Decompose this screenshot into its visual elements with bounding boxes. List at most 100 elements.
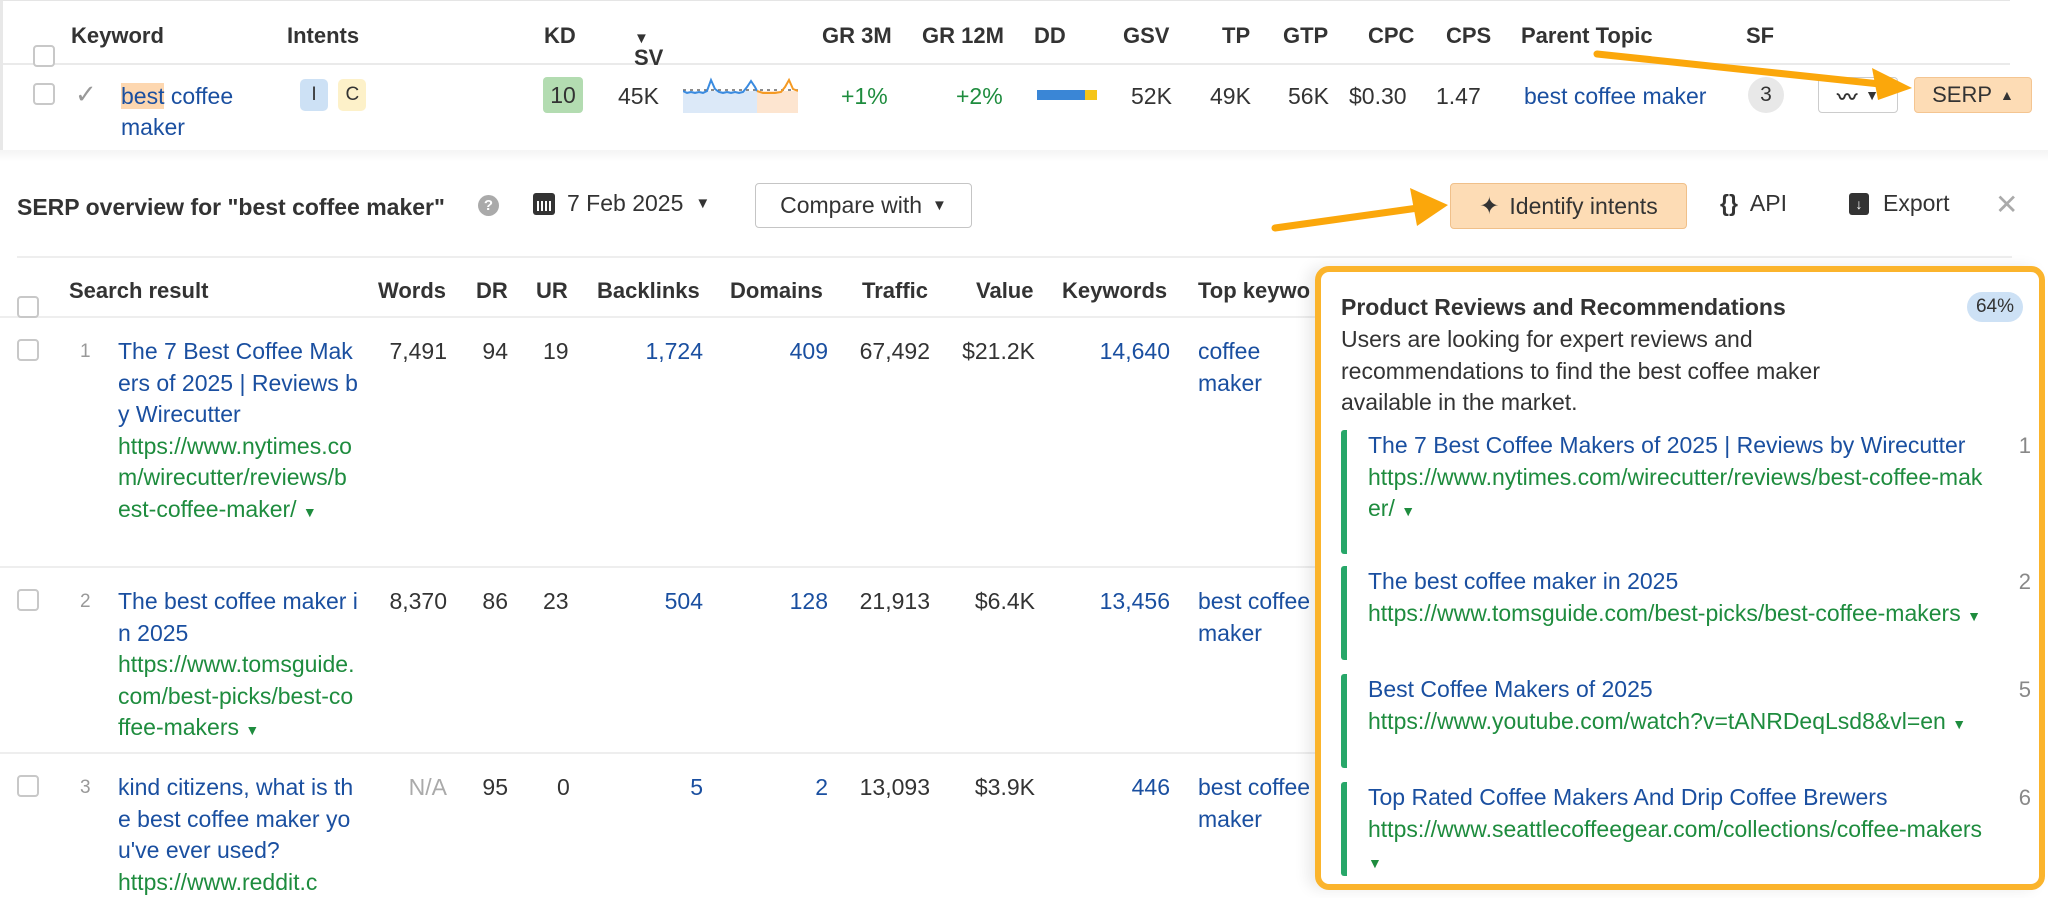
keywords-link[interactable]: 14,640 [1060,336,1170,368]
col-dd[interactable]: DD [1034,23,1066,49]
intent-result-url[interactable]: https://www.nytimes.com/wirecutter/revie… [1368,464,1982,522]
value: $21.2K [962,338,1035,364]
row-checkbox[interactable] [33,83,55,111]
col-sf[interactable]: SF [1746,23,1774,49]
col-gr12m[interactable]: GR 12M [922,23,1004,49]
date-picker[interactable]: 7 Feb 2025 ▼ [533,190,710,217]
keyword-link[interactable]: best coffee maker [121,81,271,143]
tp-value: 49K [1210,83,1251,109]
result-url[interactable]: https://www.reddit.c [118,869,317,895]
intent-result-item: The 7 Best Coffee Makers of 2025 | Revie… [1341,430,2031,554]
gr-3m-value: +1% [841,83,888,109]
keywords-link[interactable]: 446 [1060,772,1170,804]
caret-down-icon[interactable]: ▼ [245,722,259,738]
export-button[interactable]: ↓ Export [1849,190,1949,217]
parent-topic-link[interactable]: best coffee maker [1524,83,1706,110]
sv-value: 45K [618,83,659,109]
col-traffic[interactable]: Traffic [862,278,928,304]
col-parent-topic[interactable]: Parent Topic [1521,23,1653,49]
dd-bar-yellow [1085,90,1097,100]
intent-result-url[interactable]: https://www.tomsguide.com/best-picks/bes… [1368,600,1961,626]
result-url[interactable]: https://www.nytimes.com/wirecutter/revie… [118,433,352,522]
domains-link[interactable]: 128 [740,586,828,618]
words: 7,491 [389,338,447,364]
kd-value: 10 [543,77,583,113]
row-checkbox[interactable] [17,588,39,620]
intent-description: Users are looking for expert reviews and… [1341,326,1821,415]
sf-count[interactable]: 3 [1748,77,1784,113]
backlinks-link[interactable]: 1,724 [600,336,703,368]
top-keyword-link[interactable]: best coffee maker [1198,586,1316,650]
caret-down-icon[interactable]: ▼ [303,504,317,520]
cps-value: 1.47 [1436,83,1481,109]
dr: 94 [482,338,508,364]
col-intents[interactable]: Intents [287,23,359,49]
identify-intents-button[interactable]: ✦ Identify intents [1450,183,1687,229]
caret-down-icon[interactable]: ▼ [1368,855,1382,871]
row-checkbox[interactable] [17,338,39,370]
export-label: Export [1883,190,1950,216]
col-domains[interactable]: Domains [730,278,823,304]
keywords-link[interactable]: 13,456 [1060,586,1170,618]
sv-trend-sparkline[interactable] [683,77,798,113]
col-value[interactable]: Value [976,278,1033,304]
col-cpc[interactable]: CPC [1368,23,1414,49]
domains-link[interactable]: 2 [740,772,828,804]
compare-with-dropdown[interactable]: Compare with ▼ [755,183,972,228]
col-sv[interactable]: SV ▼ [634,23,663,70]
help-icon[interactable]: ? [478,195,499,216]
caret-down-icon[interactable]: ▼ [1967,608,1981,624]
sf-badge: 3 [1748,77,1784,113]
serp-toggle-button[interactable]: SERP ▲ [1914,77,2032,113]
col-kd[interactable]: KD [544,23,576,49]
col-gsv[interactable]: GSV [1123,23,1169,49]
chart-dropdown-button[interactable]: 〰 ▼ [1818,77,1898,113]
col-dr[interactable]: DR [476,278,508,304]
traffic: 21,913 [859,588,930,614]
col-keyword[interactable]: Keyword [71,23,164,49]
result-url[interactable]: https://www.tomsguide.com/best-picks/bes… [118,651,355,740]
col-gr3m[interactable]: GR 3M [822,23,892,49]
intent-result-title[interactable]: The 7 Best Coffee Makers of 2025 | Revie… [1368,430,1988,462]
row-checkbox[interactable] [17,774,39,806]
sparkline-area-past [683,91,757,113]
col-gtp[interactable]: GTP [1283,23,1328,49]
chevron-up-icon: ▲ [2000,87,2014,103]
backlinks-link[interactable]: 504 [600,586,703,618]
backlinks-link[interactable]: 5 [600,772,703,804]
api-button[interactable]: {} API [1720,190,1787,217]
intent-result-title[interactable]: Best Coffee Makers of 2025 [1368,674,1988,706]
result-title-link[interactable]: The 7 Best Coffee Makers of 2025 | Revie… [118,338,358,427]
domains-link[interactable]: 409 [740,336,828,368]
col-tp[interactable]: TP [1222,23,1250,49]
col-search-result[interactable]: Search result [69,278,208,304]
intent-informational-badge: I [300,79,328,111]
caret-down-icon[interactable]: ▼ [1952,716,1966,732]
col-words[interactable]: Words [378,278,446,304]
intent-title: Product Reviews and Recommendations [1341,294,1786,320]
position: 1 [80,341,91,362]
col-cps[interactable]: CPS [1446,23,1491,49]
top-keyword-link[interactable]: coffee maker [1198,336,1313,399]
dd-bar-blue [1037,90,1085,100]
intent-result-item: The best coffee maker in 2025 https://ww… [1341,566,2031,660]
close-icon[interactable]: ✕ [1995,188,2018,221]
intent-result-url[interactable]: https://www.seattlecoffeegear.com/collec… [1368,816,1982,842]
caret-down-icon[interactable]: ▼ [1401,503,1415,519]
col-top-keyword[interactable]: Top keywo [1198,278,1310,304]
dr: 86 [482,588,508,614]
col-ur[interactable]: UR [536,278,568,304]
traffic: 13,093 [859,774,930,800]
result-title-link[interactable]: kind citizens, what is the best coffee m… [118,774,353,863]
search-result-cell: The best coffee maker in 2025 https://ww… [118,586,358,747]
intent-result-title[interactable]: The best coffee maker in 2025 [1368,566,1988,598]
col-keywords[interactable]: Keywords [1062,278,1167,304]
top-keyword-link[interactable]: best coffee maker [1198,772,1316,836]
intent-result-title[interactable]: Top Rated Coffee Makers And Drip Coffee … [1368,782,1988,814]
col-backlinks[interactable]: Backlinks [597,278,700,304]
intent-result-url[interactable]: https://www.youtube.com/watch?v=tANRDeqL… [1368,708,1946,734]
gsv-value: 52K [1131,83,1172,109]
result-title-link[interactable]: The best coffee maker in 2025 [118,588,358,646]
serp-overview-title: SERP overview for "best coffee maker" [17,194,445,220]
ur: 23 [543,588,569,614]
